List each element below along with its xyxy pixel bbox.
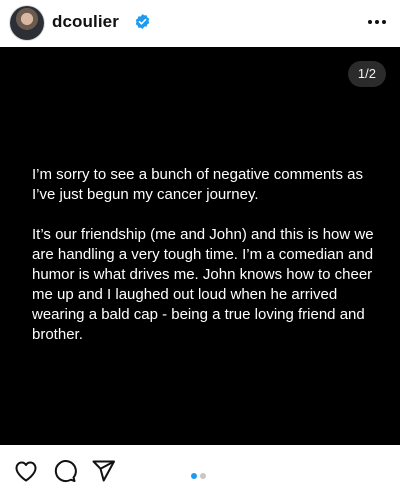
post-paragraph: I’m sorry to see a bunch of negative com… [32, 166, 363, 203]
carousel-indicator [191, 466, 209, 479]
comment-icon[interactable] [52, 458, 78, 484]
carousel-dot [200, 473, 206, 479]
carousel-counter: 1/2 [347, 61, 386, 87]
send-icon[interactable] [91, 458, 117, 484]
instagram-post: dcoulier 1/2 I’m sorry to see a bunch of… [0, 0, 400, 493]
action-bar [0, 446, 400, 493]
post-header: dcoulier [0, 0, 400, 46]
post-image[interactable]: 1/2 I’m sorry to see a bunch of negative… [0, 47, 400, 445]
verified-badge-icon [135, 14, 150, 29]
more-horizontal-icon[interactable] [366, 12, 388, 32]
carousel-dot [191, 473, 197, 479]
heart-icon[interactable] [13, 458, 39, 484]
avatar[interactable] [10, 6, 44, 40]
post-text: I’m sorry to see a bunch of negative com… [32, 165, 377, 365]
username[interactable]: dcoulier [52, 12, 119, 32]
post-paragraph: It’s our friendship (me and John) and th… [32, 226, 374, 343]
